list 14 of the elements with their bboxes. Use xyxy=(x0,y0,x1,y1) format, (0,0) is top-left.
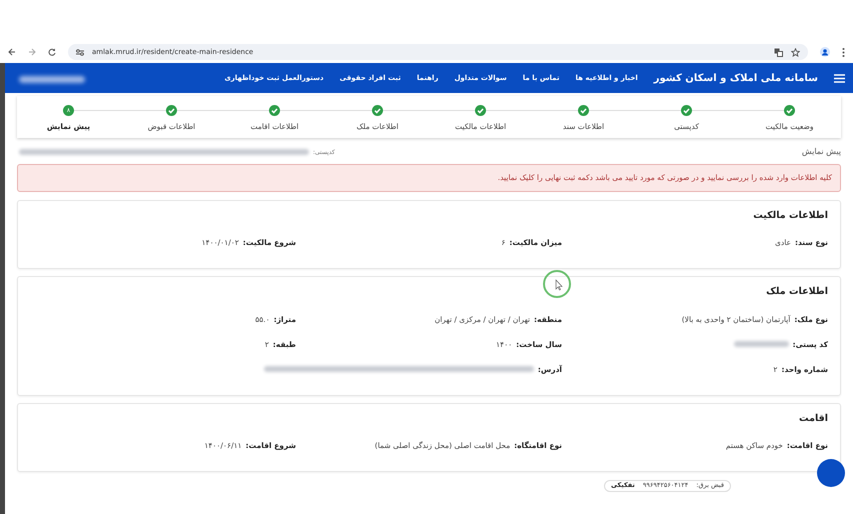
site-info-icon xyxy=(76,48,84,56)
section-title: اقامت xyxy=(798,412,828,426)
menu-icon[interactable] xyxy=(834,74,845,82)
section-title: اطلاعات مالکیت xyxy=(752,209,828,223)
profile-icon[interactable] xyxy=(820,47,830,57)
back-icon[interactable] xyxy=(8,48,16,56)
more-icon[interactable] xyxy=(842,48,845,56)
section-title: اطلاعات ملک xyxy=(765,285,828,300)
star-icon[interactable] xyxy=(791,48,800,56)
translate-icon[interactable] xyxy=(774,48,783,56)
support-button[interactable] xyxy=(817,459,845,487)
reload-icon[interactable] xyxy=(48,48,56,56)
site-title: سامانه ملی املاک و اسکان کشور xyxy=(654,72,818,86)
page-title: پیش نمایش xyxy=(802,146,841,158)
